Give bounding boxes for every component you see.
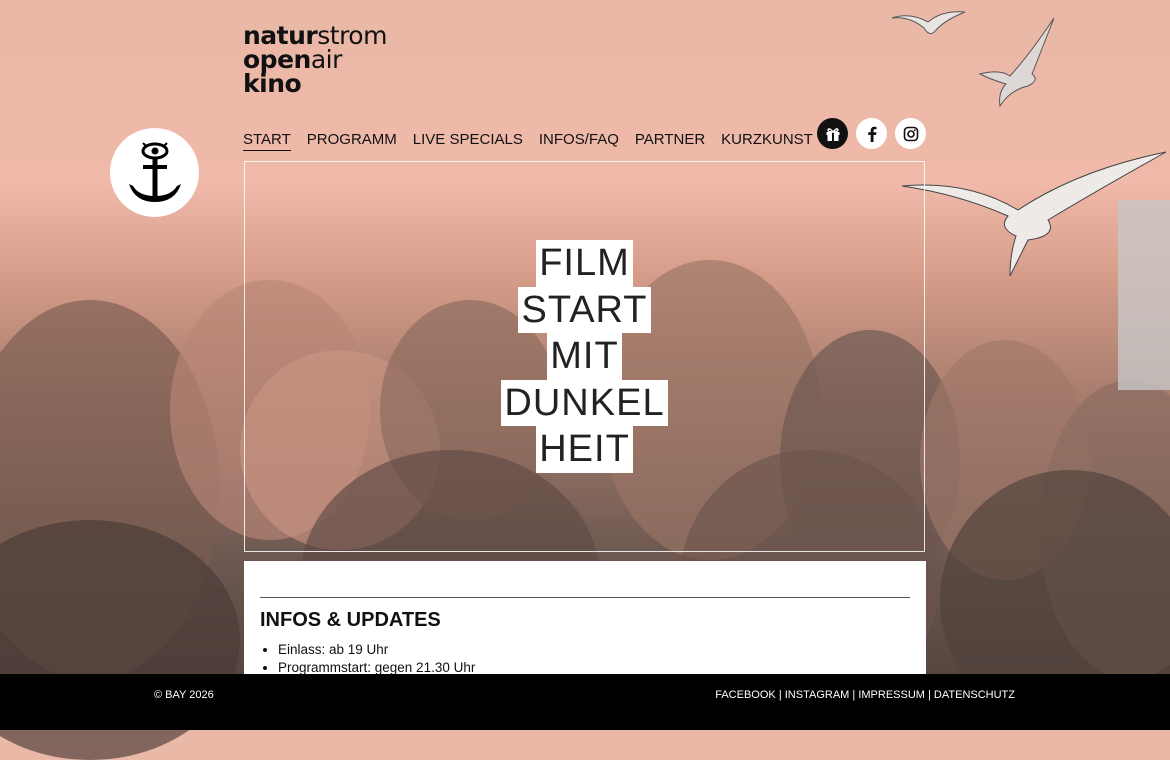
nav-live-specials[interactable]: LIVE SPECIALS bbox=[413, 131, 523, 151]
section-title: INFOS & UPDATES bbox=[260, 609, 441, 631]
seagull-image bbox=[891, 11, 966, 34]
footer-link-facebook[interactable]: FACEBOOK bbox=[715, 689, 776, 701]
list-item: Programmstart: gegen 21.30 Uhr bbox=[278, 659, 475, 674]
nav-infos-faq[interactable]: INFOS/FAQ bbox=[539, 131, 619, 151]
social-links bbox=[817, 118, 926, 149]
logo-text: air bbox=[310, 45, 343, 74]
infos-updates-panel: INFOS & UPDATES Einlass: ab 19 Uhr Progr… bbox=[244, 561, 926, 674]
instagram-button[interactable] bbox=[895, 118, 926, 149]
anchor-icon bbox=[128, 141, 181, 202]
seagull-image bbox=[978, 17, 1055, 108]
hero-line: HEIT bbox=[536, 426, 633, 473]
nav-kurzkunst[interactable]: KURZKUNST bbox=[721, 131, 813, 151]
logo-text: kino bbox=[243, 69, 302, 98]
footer-links: FACEBOOK | INSTAGRAM | IMPRESSUM | DATEN… bbox=[715, 689, 1015, 701]
hero-banner: FILM START MIT DUNKEL HEIT bbox=[244, 161, 925, 552]
hero-line: DUNKEL bbox=[501, 379, 668, 426]
hero-line: START bbox=[518, 286, 651, 333]
footer: © BAY 2026 FACEBOOK | INSTAGRAM | IMPRES… bbox=[0, 674, 1170, 730]
nav-partner[interactable]: PARTNER bbox=[635, 131, 705, 151]
anchor-badge[interactable] bbox=[110, 128, 199, 217]
footer-separator: | bbox=[849, 689, 859, 701]
main-nav: START PROGRAMM LIVE SPECIALS INFOS/FAQ P… bbox=[243, 131, 813, 151]
nav-start[interactable]: START bbox=[243, 131, 291, 151]
hero-slogan: FILM START MIT DUNKEL HEIT bbox=[245, 240, 924, 473]
gift-button[interactable] bbox=[817, 118, 848, 149]
facebook-icon bbox=[867, 126, 876, 142]
gift-icon bbox=[826, 127, 839, 141]
footer-link-datenschutz[interactable]: DATENSCHUTZ bbox=[934, 689, 1015, 701]
nav-programm[interactable]: PROGRAMM bbox=[307, 131, 397, 151]
footer-separator: | bbox=[775, 689, 785, 701]
seagull-image bbox=[901, 151, 1167, 277]
footer-separator: | bbox=[924, 689, 934, 701]
facebook-button[interactable] bbox=[856, 118, 887, 149]
hero-line: FILM bbox=[536, 240, 633, 287]
hero-line: MIT bbox=[547, 333, 622, 380]
instagram-icon bbox=[903, 126, 918, 141]
footer-link-impressum[interactable]: IMPRESSUM bbox=[858, 689, 925, 701]
list-item: Einlass: ab 19 Uhr bbox=[278, 641, 475, 659]
footer-link-instagram[interactable]: INSTAGRAM bbox=[785, 689, 850, 701]
divider bbox=[260, 597, 910, 598]
copyright: © BAY 2026 bbox=[154, 689, 214, 701]
site-logo[interactable]: naturstrom openair kino bbox=[243, 23, 387, 98]
info-list: Einlass: ab 19 Uhr Programmstart: gegen … bbox=[260, 641, 475, 674]
